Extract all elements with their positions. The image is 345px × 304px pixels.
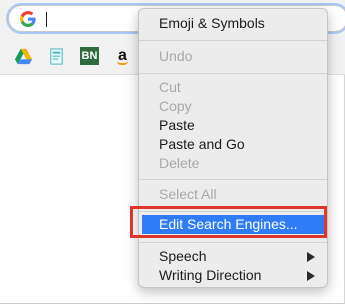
menu-item-copy: Copy (159, 98, 192, 114)
submenu-arrow-icon (307, 271, 315, 281)
google-g-icon (20, 11, 36, 27)
text-caret (46, 12, 47, 27)
menu-item-writing-direction[interactable]: Writing Direction (139, 266, 327, 285)
menu-item-select-all: Select All (159, 186, 217, 202)
amazon-smile-icon (117, 61, 128, 65)
menu-item-speech[interactable]: Speech (139, 247, 327, 266)
menu-item-paste[interactable]: Paste (139, 116, 327, 135)
bookmarks-bar: BN a (14, 46, 132, 66)
menu-separator (139, 73, 327, 74)
menu-item-label: Speech (159, 248, 207, 264)
menu-separator (139, 179, 327, 180)
annotation-highlight-box (130, 206, 327, 238)
context-menu: Emoji & Symbols Undo Cut Copy Paste Past… (138, 8, 328, 288)
menu-item-paste-and-go[interactable]: Paste and Go (139, 135, 327, 154)
menu-item-delete: Delete (159, 155, 200, 171)
menu-item-label: Writing Direction (159, 267, 262, 283)
bookmark-text: BN (80, 47, 99, 65)
barnes-noble-icon[interactable]: BN (80, 47, 99, 66)
amazon-icon[interactable]: a (113, 47, 132, 66)
google-drive-icon[interactable] (14, 47, 33, 66)
menu-item-undo: Undo (159, 48, 193, 64)
menu-separator (139, 242, 327, 243)
teal-note-icon[interactable] (47, 47, 66, 66)
menu-item-emoji-symbols[interactable]: Emoji & Symbols (139, 14, 327, 33)
menu-separator (139, 40, 327, 41)
submenu-arrow-icon (307, 252, 315, 262)
menu-item-cut: Cut (159, 79, 181, 95)
